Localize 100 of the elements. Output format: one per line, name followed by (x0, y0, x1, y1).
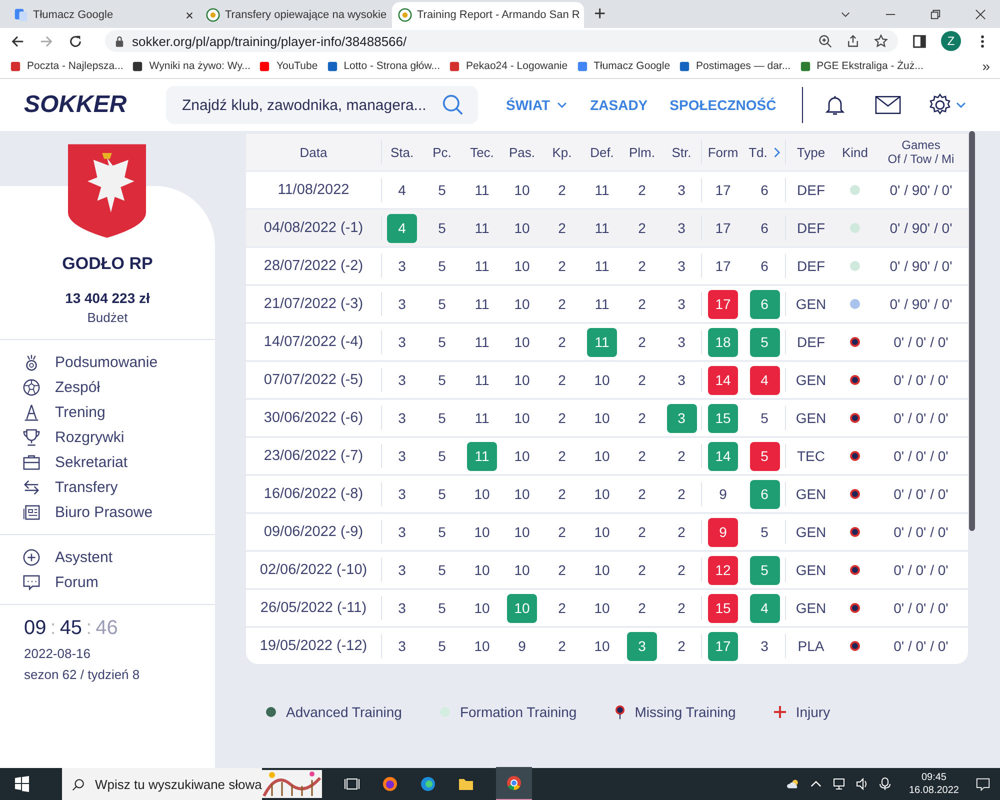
table-cell: 10 (474, 562, 490, 578)
menu-item[interactable]: Forum (22, 572, 215, 592)
games-cell-text: 0' / 0' / 0' (892, 523, 950, 542)
table-cell: 3 (398, 296, 406, 312)
star-icon[interactable] (874, 34, 888, 48)
notification-icon[interactable] (976, 777, 990, 791)
table-cell: 17 (715, 182, 731, 198)
table-cell: 10 (594, 600, 610, 616)
mail-icon[interactable] (875, 95, 902, 115)
edge-icon[interactable] (420, 776, 436, 792)
club-name: GODŁO RP (61, 254, 154, 274)
search-field[interactable]: Znajdź klub, zawodnika, managera... (166, 86, 478, 124)
games-cell-text: 0' / 0' / 0' (892, 599, 950, 618)
menu-item[interactable]: Sekretariat (22, 452, 215, 472)
menu-label: Transfery (55, 478, 118, 496)
table-cell: 5 (438, 410, 446, 426)
table-row[interactable]: 26/05/2022 (-11) 3 5 10 10 2 10 2 2 15 4 GEN 0' / 0' / 0' (246, 588, 968, 626)
game-date: 2022-08-16 (24, 646, 92, 661)
change-badge: 6 (750, 290, 780, 318)
table-cell: 2 (558, 524, 566, 540)
menu-item[interactable]: Trening (22, 402, 215, 422)
bookmark-link[interactable]: Pekao24 - Logowanie (449, 60, 568, 72)
table-row[interactable]: 04/08/2022 (-1) 4 5 11 10 2 11 2 3 17 6 DEF 0' / 90' / 0' (246, 208, 968, 246)
browser-tab[interactable]: Tłumacz Google (8, 2, 200, 28)
bookmark-link[interactable]: Lotto - Strona głów... (326, 60, 440, 72)
microphone-icon[interactable] (878, 777, 892, 791)
table-cell: 5 (438, 372, 446, 388)
bookmark-favicon-icon (10, 60, 21, 72)
profile-avatar[interactable]: Z (941, 31, 961, 51)
change-badge: 5 (750, 328, 780, 356)
chevron-right-icon[interactable] (773, 146, 780, 158)
change-badge: 3 (627, 632, 657, 660)
folder-icon[interactable] (458, 776, 474, 792)
reload-icon[interactable] (68, 34, 83, 48)
table-cell: 11 (474, 258, 490, 274)
table-row[interactable]: 02/06/2022 (-10) 3 5 10 10 2 10 2 2 12 5 GEN 0' / 0' / 0' (246, 550, 968, 588)
restore-icon[interactable] (930, 9, 941, 20)
task-view-icon[interactable] (344, 776, 360, 792)
sokker-logo[interactable]: SOKKER (24, 91, 166, 119)
nav-link[interactable]: SPOŁECZNOŚĆ (670, 97, 776, 113)
budget-amount: 13 404 223 zł (64, 290, 151, 306)
taskbar-clock[interactable]: 09:45 16.08.2022 (908, 771, 959, 797)
bookmark-link[interactable]: Wyniki na żywo: Wy... (132, 60, 250, 72)
bookmark-link[interactable]: YouTube (259, 60, 318, 72)
table-row[interactable]: 19/05/2022 (-12) 3 5 10 9 2 10 3 2 17 3 PLA 0' / 0' / 0' (246, 626, 968, 664)
table-cell: 2 (638, 372, 646, 388)
bookmark-link[interactable]: Poczta - Najlepsza... (10, 60, 124, 72)
menu-item[interactable]: Biuro Prasowe (22, 502, 215, 522)
table-row[interactable]: 30/06/2022 (-6) 3 5 11 10 2 10 2 3 15 5 GEN 0' / 0' / 0' (246, 398, 968, 436)
sidebar-icon[interactable] (912, 34, 927, 48)
table-row[interactable]: 09/06/2022 (-9) 3 5 10 10 2 10 2 2 9 5 GEN 0' / 0' / 0' (246, 512, 968, 550)
table-cell: 10 (514, 486, 530, 502)
close-icon[interactable] (185, 10, 194, 20)
briefcase-icon (22, 452, 41, 472)
windows-start-icon[interactable] (14, 776, 30, 792)
nav-link[interactable]: ZASADY (590, 97, 648, 113)
table-cell: 3 (398, 410, 406, 426)
table-cell: 10 (514, 410, 530, 426)
browser-tab[interactable]: Training Report - Armando San R (392, 2, 584, 28)
table-cell: 2 (638, 182, 646, 198)
table-row[interactable]: 23/06/2022 (-7) 3 5 11 10 2 10 2 2 14 5 TEC 0' / 0' / 0' (246, 436, 968, 474)
firefox-icon[interactable] (382, 776, 398, 792)
menu-item[interactable]: Zespół (22, 377, 215, 397)
search-icon[interactable] (442, 94, 464, 116)
network-icon[interactable] (832, 777, 846, 791)
table-cell: PLA (798, 638, 824, 654)
table-row[interactable]: 14/07/2022 (-4) 3 5 11 10 2 11 2 3 18 5 DEF 0' / 0' / 0' (246, 322, 968, 360)
table-cell: 10 (594, 562, 610, 578)
address-field[interactable]: sokker.org/pl/app/training/player-info/38488566/ (105, 30, 898, 52)
table-row[interactable]: 16/06/2022 (-8) 3 5 10 10 2 10 2 2 9 6 GEN 0' / 0' / 0' (246, 474, 968, 512)
close-icon[interactable] (975, 9, 986, 20)
menu-item[interactable]: Transfery (22, 477, 215, 497)
bookmark-link[interactable]: Tłumacz Google (576, 60, 670, 72)
share-icon[interactable] (846, 34, 860, 48)
bookmark-favicon-icon (679, 60, 690, 72)
table-row[interactable]: 07/07/2022 (-5) 3 5 11 10 2 10 2 3 14 4 GEN 0' / 0' / 0' (246, 360, 968, 398)
table-cell: GEN (796, 562, 826, 578)
newspaper-icon (22, 502, 41, 522)
chrome-icon[interactable] (496, 767, 532, 800)
weather-cloud-icon[interactable] (786, 777, 800, 791)
taskbar-search-field[interactable]: Wpisz tu wyszukiwane słowa (62, 768, 262, 800)
table-row[interactable]: 21/07/2022 (-3) 3 5 11 10 2 11 2 3 17 6 GEN 0' / 90' / 0' (246, 284, 968, 322)
menu-item[interactable]: Asystent (22, 547, 215, 567)
table-cell: 11 (474, 334, 490, 350)
menu-item[interactable]: Podsumowanie (22, 352, 215, 372)
table-cell: 6 (760, 220, 768, 236)
bookmark-link[interactable]: PGE Ekstraliga - Żuż... (800, 60, 924, 72)
zoom-icon[interactable] (818, 34, 832, 48)
more-bookmarks-button[interactable]: » (982, 58, 990, 74)
bookmark-link[interactable]: Postimages — dar... (679, 60, 791, 72)
table-row[interactable]: 28/07/2022 (-2) 3 5 11 10 2 11 2 3 17 6 DEF 0' / 90' / 0' (246, 246, 968, 284)
table-cell: 3 (398, 600, 406, 616)
volume-icon[interactable] (854, 777, 869, 791)
budget-label: Budżet (0, 310, 215, 340)
new-tab-button[interactable]: + (590, 3, 610, 26)
menu-item[interactable]: Rozgrywki (22, 427, 215, 447)
table-cell: 2 (558, 638, 566, 654)
back-icon[interactable] (10, 34, 25, 48)
nav-link[interactable]: ŚWIAT (506, 97, 568, 113)
table-cell: 2 (638, 334, 646, 350)
